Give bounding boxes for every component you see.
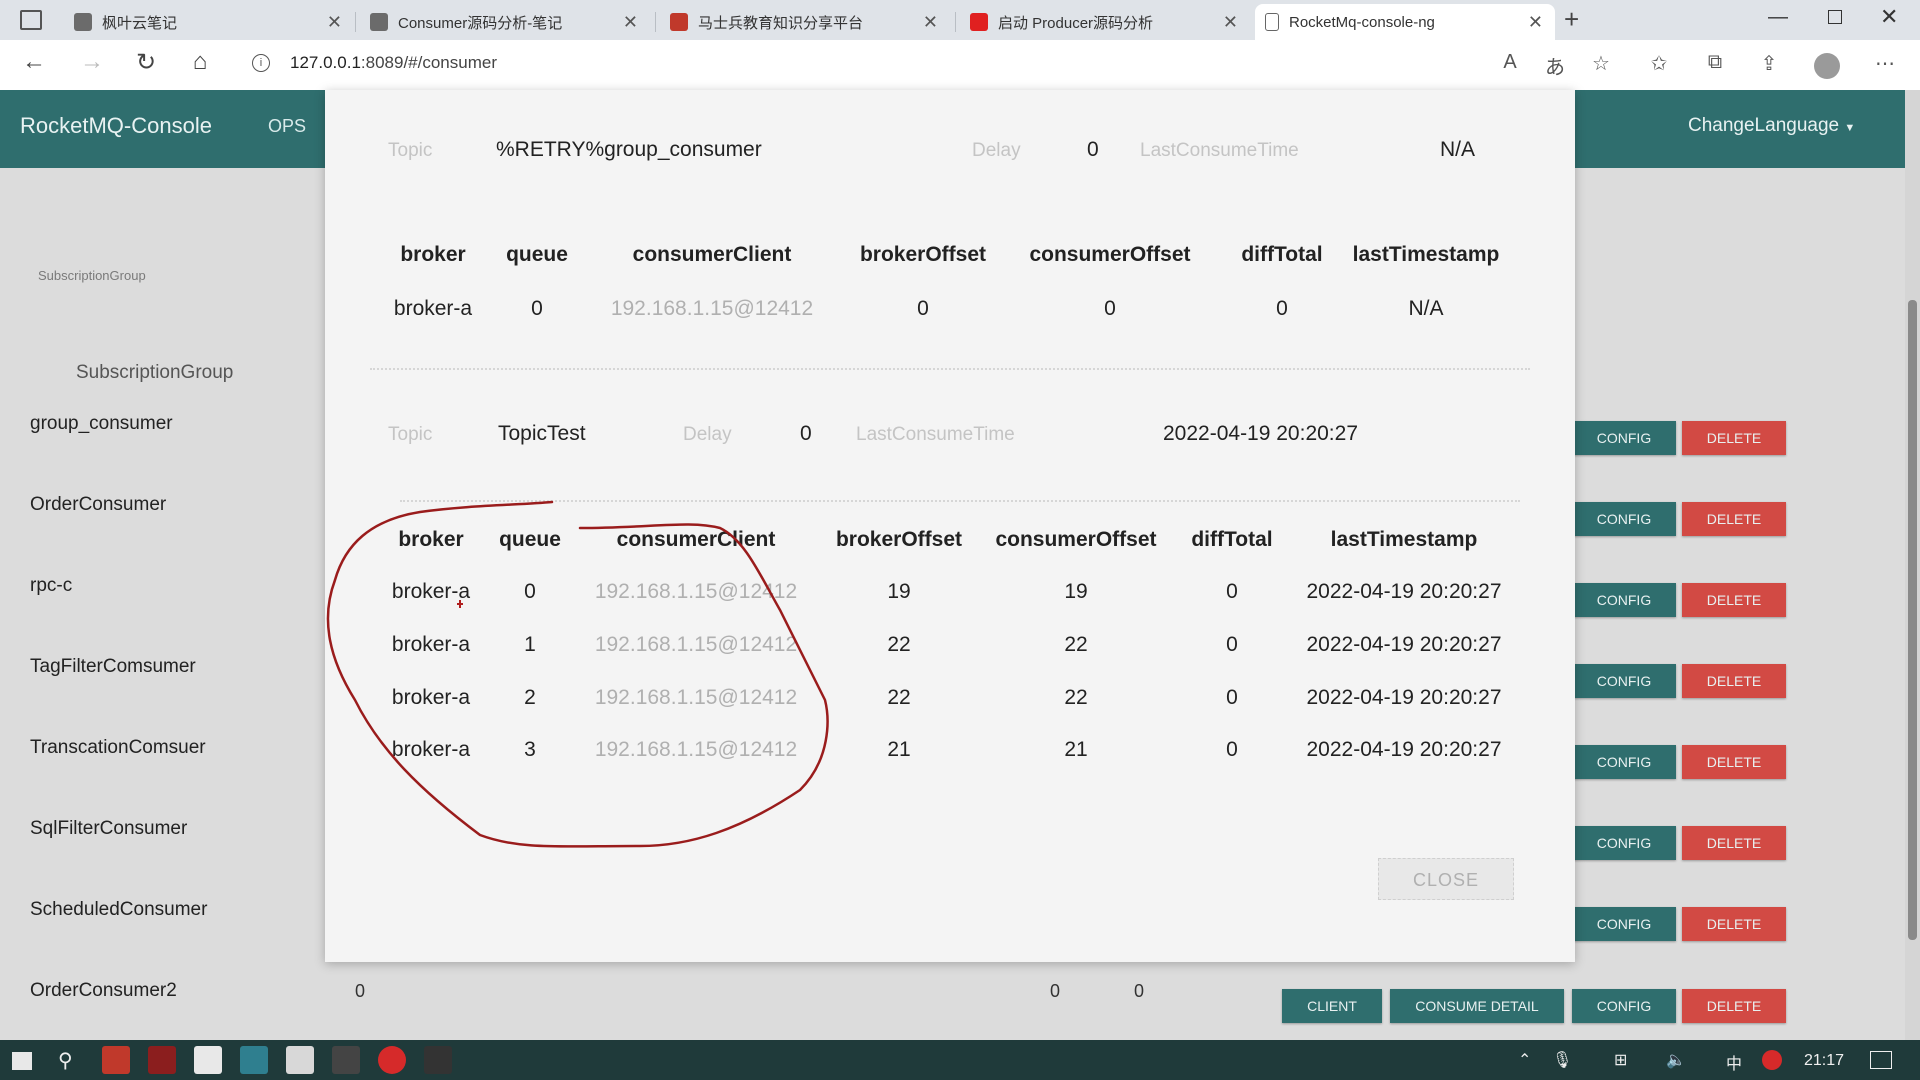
app-icon[interactable] <box>148 1046 176 1074</box>
app-icon[interactable] <box>102 1046 130 1074</box>
browser-icon[interactable] <box>240 1046 268 1074</box>
windows-start-icon[interactable] <box>12 1052 32 1070</box>
close-button[interactable]: CLOSE <box>1378 858 1514 900</box>
folder-icon[interactable] <box>286 1046 314 1074</box>
microphone-icon[interactable]: 🎙 <box>1552 1050 1572 1070</box>
annotation-circle <box>326 500 829 848</box>
notification-icon[interactable] <box>1870 1051 1892 1069</box>
network-icon[interactable]: ⊞ <box>1614 1050 1627 1070</box>
taskbar-clock[interactable]: 21:17 <box>1804 1052 1844 1070</box>
app-icon[interactable] <box>378 1046 406 1074</box>
tray-chevron-icon[interactable]: ⌃ <box>1518 1050 1531 1070</box>
cursor-crosshair <box>457 600 463 608</box>
ime-indicator[interactable]: 中 <box>1726 1050 1742 1074</box>
settings-icon[interactable] <box>332 1046 360 1074</box>
terminal-icon[interactable] <box>424 1046 452 1074</box>
volume-icon[interactable]: 🔈 <box>1666 1050 1686 1070</box>
app-icon[interactable] <box>194 1046 222 1074</box>
search-icon[interactable]: ⚲ <box>58 1048 73 1073</box>
ime-app-icon[interactable] <box>1762 1050 1782 1070</box>
